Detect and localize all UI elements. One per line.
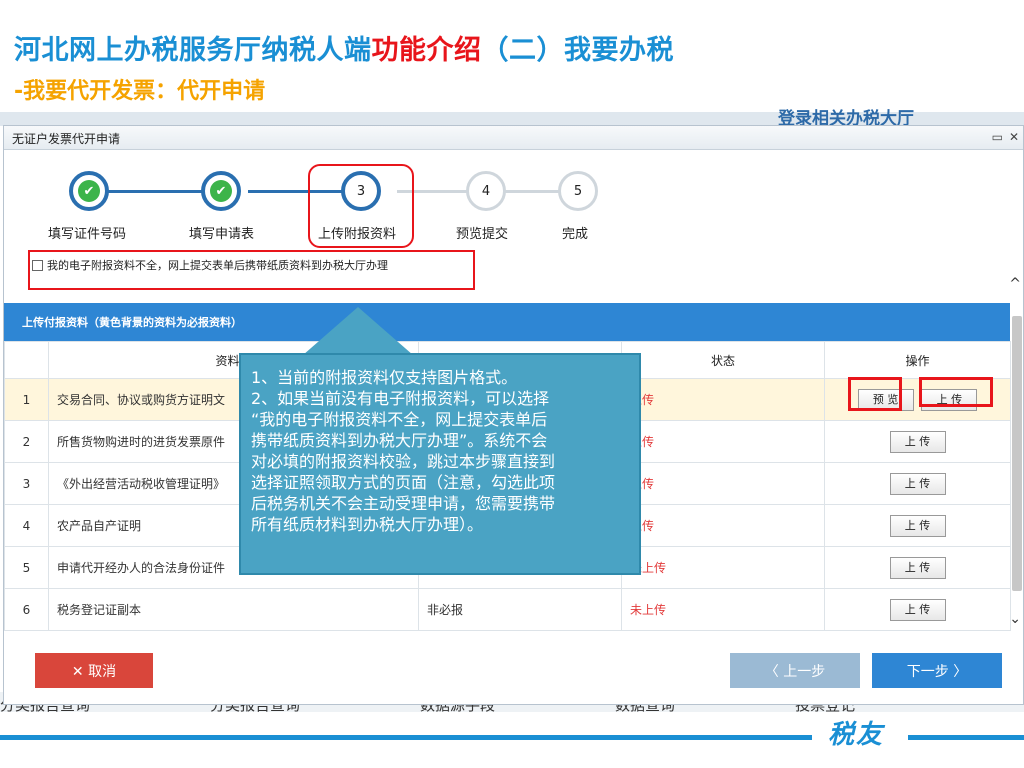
dialog-titlebar: 无证户发票代开申请 ▭ ✕ — [4, 126, 1023, 150]
slide-title: 河北网上办税服务厅纳税人端功能介绍（二）我要办税 — [14, 28, 674, 67]
next-step-button[interactable]: 下一步 〉 — [872, 653, 1002, 688]
row-number: 4 — [4, 504, 49, 547]
row-number: 1 — [4, 378, 49, 421]
callout-pointer — [303, 307, 413, 355]
column-header — [4, 341, 49, 379]
step-5-circle: 5 — [558, 171, 598, 211]
step-5-label: 完成 — [562, 227, 589, 242]
column-header-actions: 操作 — [824, 341, 1011, 379]
row-number: 2 — [4, 420, 49, 463]
step-4-circle: 4 — [466, 171, 506, 211]
row-actions: 上 传 — [824, 504, 1011, 547]
dialog-title: 无证户发票代开申请 — [12, 132, 121, 146]
current-step-highlight — [308, 164, 414, 248]
callout-line: 所有纸质材料到办税大厅办理）。 — [251, 515, 484, 534]
callout-line: 选择证照领取方式的页面（注意，勾选此项 — [251, 473, 556, 492]
instruction-callout: 1、当前的附报资料仅支持图片格式。 2、如果当前没有电子附报资料，可以选择 “我… — [239, 353, 641, 575]
callout-line: 1、当前的附报资料仅支持图片格式。 — [251, 368, 518, 387]
upload-status: 上传 — [621, 504, 825, 547]
document-name: 税务登记证副本 — [48, 588, 419, 631]
slide-title-part-1: 河北网上办税服务厅纳税人端 — [14, 35, 372, 66]
upload-button-highlight — [919, 377, 993, 407]
step-connector — [501, 190, 561, 193]
check-icon: ✔ — [78, 180, 100, 202]
row-number: 5 — [4, 546, 49, 589]
restore-icon[interactable]: ▭ — [992, 130, 1003, 144]
upload-status: 未上传 — [621, 588, 825, 631]
upload-status: 上传 — [621, 462, 825, 505]
step-connector — [100, 190, 208, 193]
scrollbar-thumb[interactable] — [1012, 316, 1022, 591]
slide-title-highlight: 功能介绍 — [371, 35, 482, 66]
row-actions: 上 传 — [824, 588, 1011, 631]
scroll-down-icon[interactable]: ⌄ — [1009, 611, 1021, 627]
row-actions: 上 传 — [824, 462, 1011, 505]
preview-button-highlight — [848, 377, 902, 411]
slide-subtitle: -我要代开发票：代开申请 — [14, 79, 266, 104]
brand-logo: 税友 — [828, 720, 885, 750]
upload-button[interactable]: 上 传 — [889, 598, 946, 621]
callout-line: “我的电子附报资料不全，网上提交表单后 — [251, 410, 548, 429]
upload-status: 上传 — [621, 420, 825, 463]
row-actions: 上 传 — [824, 420, 1011, 463]
upload-button[interactable]: 上 传 — [889, 430, 946, 453]
column-header-status: 状态 — [621, 341, 825, 379]
row-actions: 上 传 — [824, 546, 1011, 589]
previous-step-button[interactable]: 〈 上一步 — [730, 653, 860, 688]
callout-line: 2、如果当前没有电子附报资料，可以选择 — [251, 389, 550, 408]
slide-title-part-2: （二）我要办税 — [481, 35, 674, 66]
check-icon: ✔ — [210, 180, 232, 202]
step-1-label: 填写证件号码 — [48, 227, 127, 242]
upload-button[interactable]: 上 传 — [889, 472, 946, 495]
step-4-label: 预览提交 — [456, 227, 509, 242]
callout-line: 后税务机关不会主动受理申请，您需要携带 — [251, 494, 556, 513]
footer-rule — [0, 735, 812, 740]
footer-rule — [908, 735, 1024, 740]
upload-status: 上传 — [621, 378, 825, 421]
row-number: 3 — [4, 462, 49, 505]
upload-button[interactable]: 上 传 — [889, 556, 946, 579]
checkbox-highlight — [28, 250, 475, 290]
required-flag: 非必报 — [418, 588, 622, 631]
step-1-circle: ✔ — [69, 171, 109, 211]
upload-button[interactable]: 上 传 — [889, 514, 946, 537]
row-number: 6 — [4, 588, 49, 631]
table-row: 6 税务登记证副本 非必报 未上传 上 传 — [4, 588, 1011, 631]
step-2-circle: ✔ — [201, 171, 241, 211]
scroll-up-icon[interactable]: ^ — [1009, 276, 1021, 292]
callout-line: 携带纸质资料到办税大厅办理”。系统不会 — [251, 431, 548, 450]
upload-status: 未上传 — [621, 546, 825, 589]
callout-line: 对必填的附报资料校验，跳过本步骤直接到 — [251, 452, 556, 471]
cancel-button[interactable]: ✕ 取消 — [35, 653, 153, 688]
slide: 河北网上办税服务厅纳税人端功能介绍（二）我要办税 -我要代开发票：代开申请 登录… — [0, 0, 1024, 768]
step-2-label: 填写申请表 — [189, 227, 255, 242]
attachments-section-header: 上传付报资料（黄色背景的资料为必报资料） — [4, 303, 1010, 341]
close-icon[interactable]: ✕ — [1009, 130, 1019, 144]
